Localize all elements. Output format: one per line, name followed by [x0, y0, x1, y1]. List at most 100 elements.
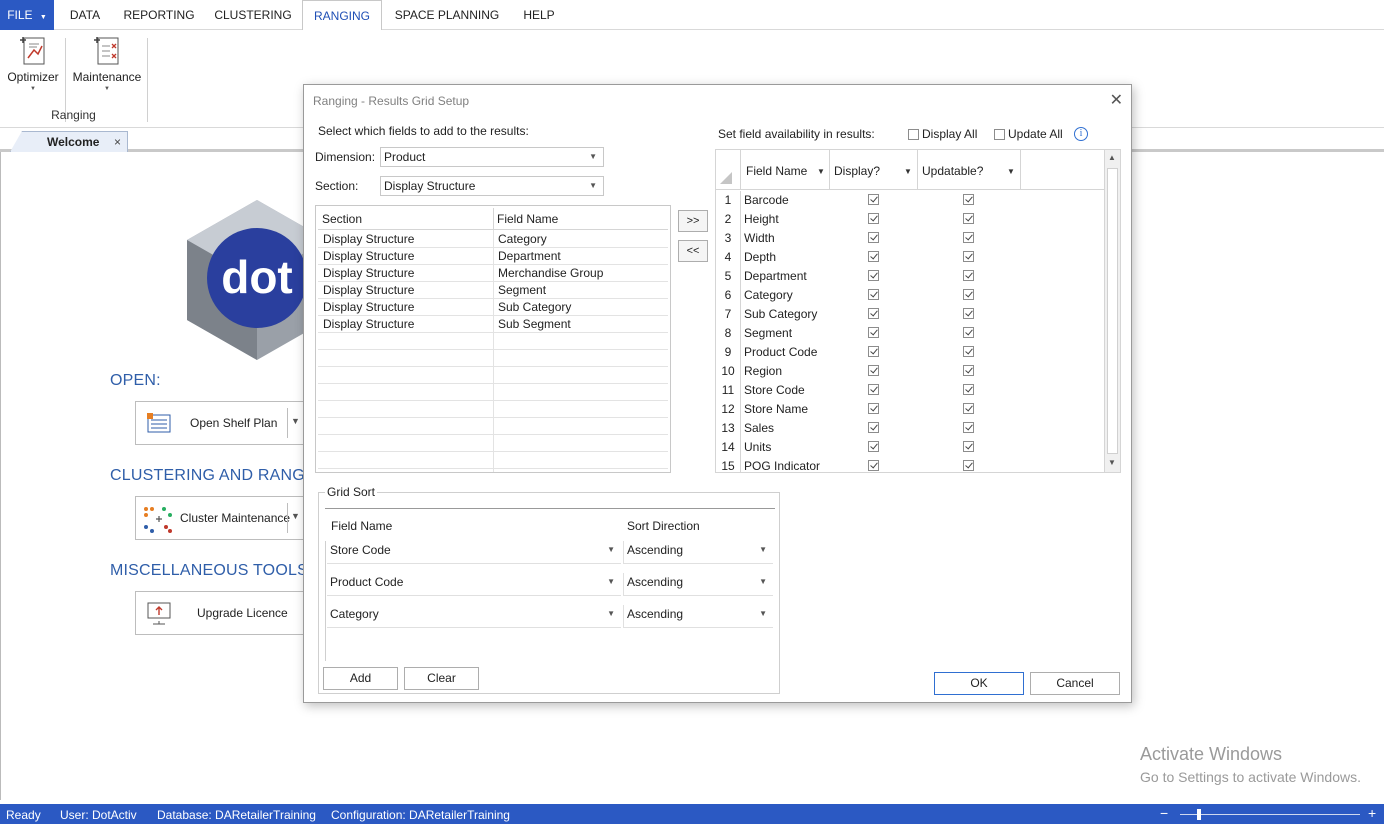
- table-row[interactable]: 5 Department: [716, 267, 1104, 286]
- display-all-checkbox[interactable]: [908, 129, 919, 140]
- column-header-field-name[interactable]: Field Name: [746, 164, 807, 178]
- display-checkbox[interactable]: [868, 441, 879, 452]
- scroll-down-icon[interactable]: ▼: [1108, 458, 1116, 467]
- select-all-corner[interactable]: [720, 172, 732, 187]
- filter-dropdown-icon[interactable]: ▼: [904, 167, 912, 176]
- display-checkbox[interactable]: [868, 251, 879, 262]
- updatable-checkbox[interactable]: [963, 213, 974, 224]
- tab-welcome[interactable]: Welcome ×: [10, 131, 128, 152]
- updatable-checkbox[interactable]: [963, 441, 974, 452]
- upgrade-licence-button[interactable]: Upgrade Licence: [135, 591, 305, 635]
- maintenance-button[interactable]: Maintenance ▼: [70, 34, 144, 92]
- display-checkbox[interactable]: [868, 422, 879, 433]
- zoom-slider-thumb[interactable]: [1197, 809, 1201, 820]
- menu-help[interactable]: HELP: [516, 0, 562, 30]
- table-row[interactable]: 2 Height: [716, 210, 1104, 229]
- display-checkbox[interactable]: [868, 403, 879, 414]
- updatable-checkbox[interactable]: [963, 346, 974, 357]
- column-header-section[interactable]: Section: [322, 212, 362, 226]
- sort-direction-select[interactable]: Ascending ▼: [623, 605, 773, 628]
- table-row[interactable]: 9 Product Code: [716, 343, 1104, 362]
- cluster-maintenance-button[interactable]: Cluster Maintenance ▼: [135, 496, 305, 540]
- menu-reporting[interactable]: REPORTING: [118, 0, 200, 30]
- table-row[interactable]: 13 Sales: [716, 419, 1104, 438]
- updatable-checkbox[interactable]: [963, 232, 974, 243]
- open-shelf-plan-button[interactable]: Open Shelf Plan ▼: [135, 401, 305, 445]
- table-row[interactable]: 3 Width: [716, 229, 1104, 248]
- updatable-checkbox[interactable]: [963, 365, 974, 376]
- filter-dropdown-icon[interactable]: ▼: [817, 167, 825, 176]
- optimizer-button[interactable]: Optimizer ▼: [4, 34, 62, 92]
- updatable-checkbox[interactable]: [963, 308, 974, 319]
- remove-field-button[interactable]: <<: [678, 240, 708, 262]
- menu-data[interactable]: DATA: [62, 0, 108, 30]
- sort-direction-select[interactable]: Ascending ▼: [623, 541, 773, 564]
- table-row[interactable]: 4 Depth: [716, 248, 1104, 267]
- table-row[interactable]: 12 Store Name: [716, 400, 1104, 419]
- table-row[interactable]: 7 Sub Category: [716, 305, 1104, 324]
- close-icon[interactable]: ×: [114, 135, 121, 149]
- display-checkbox[interactable]: [868, 213, 879, 224]
- updatable-checkbox[interactable]: [963, 460, 974, 471]
- column-header-field-name[interactable]: Field Name: [497, 212, 558, 226]
- updatable-checkbox[interactable]: [963, 422, 974, 433]
- table-row[interactable]: 11 Store Code: [716, 381, 1104, 400]
- menu-space-planning[interactable]: SPACE PLANNING: [390, 0, 504, 30]
- display-checkbox[interactable]: [868, 308, 879, 319]
- column-header-updatable[interactable]: Updatable?: [922, 164, 983, 178]
- display-checkbox[interactable]: [868, 289, 879, 300]
- table-row[interactable]: 15 POG Indicator: [716, 457, 1104, 472]
- display-checkbox[interactable]: [868, 270, 879, 281]
- updatable-checkbox[interactable]: [963, 194, 974, 205]
- section-select[interactable]: Display Structure ▼: [380, 176, 604, 196]
- updatable-checkbox[interactable]: [963, 270, 974, 281]
- display-checkbox[interactable]: [868, 327, 879, 338]
- optimizer-icon: [18, 34, 48, 66]
- table-row[interactable]: 6 Category: [716, 286, 1104, 305]
- zoom-slider-track[interactable]: [1180, 814, 1360, 815]
- scroll-up-icon[interactable]: ▲: [1108, 153, 1116, 162]
- menu-clustering[interactable]: CLUSTERING: [210, 0, 296, 30]
- zoom-out-icon[interactable]: −: [1160, 805, 1168, 821]
- updatable-checkbox[interactable]: [963, 384, 974, 395]
- filter-dropdown-icon[interactable]: ▼: [1007, 167, 1015, 176]
- table-row[interactable]: 1 Barcode: [716, 191, 1104, 210]
- updatable-checkbox[interactable]: [963, 251, 974, 262]
- dimension-select[interactable]: Product ▼: [380, 147, 604, 167]
- column-header-display[interactable]: Display?: [834, 164, 880, 178]
- scrollbar-thumb[interactable]: [1107, 168, 1118, 454]
- add-field-button[interactable]: >>: [678, 210, 708, 232]
- close-icon[interactable]: ✕: [1110, 90, 1123, 110]
- chevron-down-icon[interactable]: ▼: [291, 511, 300, 521]
- display-checkbox[interactable]: [868, 460, 879, 471]
- sort-field-select[interactable]: Product Code ▼: [327, 573, 621, 596]
- updatable-checkbox[interactable]: [963, 327, 974, 338]
- sort-field-select[interactable]: Store Code ▼: [327, 541, 621, 564]
- sort-field-select[interactable]: Category ▼: [327, 605, 621, 628]
- display-checkbox[interactable]: [868, 232, 879, 243]
- cancel-button[interactable]: Cancel: [1030, 672, 1120, 695]
- sort-direction-select[interactable]: Ascending ▼: [623, 573, 773, 596]
- menu-file[interactable]: FILE ▼: [0, 0, 54, 30]
- chevron-down-icon[interactable]: ▼: [291, 416, 300, 426]
- vertical-scrollbar[interactable]: ▲ ▼: [1104, 150, 1120, 472]
- info-icon[interactable]: i: [1074, 127, 1088, 141]
- available-fields-grid[interactable]: Section Field Name Display Structure Cat…: [315, 205, 671, 473]
- table-row[interactable]: 8 Segment: [716, 324, 1104, 343]
- sort-row: Store Code ▼ Ascending ▼: [327, 541, 773, 565]
- table-row[interactable]: 14 Units: [716, 438, 1104, 457]
- table-row[interactable]: 10 Region: [716, 362, 1104, 381]
- display-checkbox[interactable]: [868, 194, 879, 205]
- add-sort-button[interactable]: Add: [323, 667, 398, 690]
- ok-button[interactable]: OK: [934, 672, 1024, 695]
- update-all-checkbox[interactable]: [994, 129, 1005, 140]
- display-checkbox[interactable]: [868, 365, 879, 376]
- zoom-in-icon[interactable]: +: [1368, 805, 1376, 821]
- field-availability-grid[interactable]: Field Name ▼ Display? ▼ Updatable? ▼ 1 B…: [715, 149, 1121, 473]
- updatable-checkbox[interactable]: [963, 403, 974, 414]
- display-checkbox[interactable]: [868, 384, 879, 395]
- display-checkbox[interactable]: [868, 346, 879, 357]
- clear-sort-button[interactable]: Clear: [404, 667, 479, 690]
- updatable-checkbox[interactable]: [963, 289, 974, 300]
- menu-ranging[interactable]: RANGING: [302, 0, 382, 31]
